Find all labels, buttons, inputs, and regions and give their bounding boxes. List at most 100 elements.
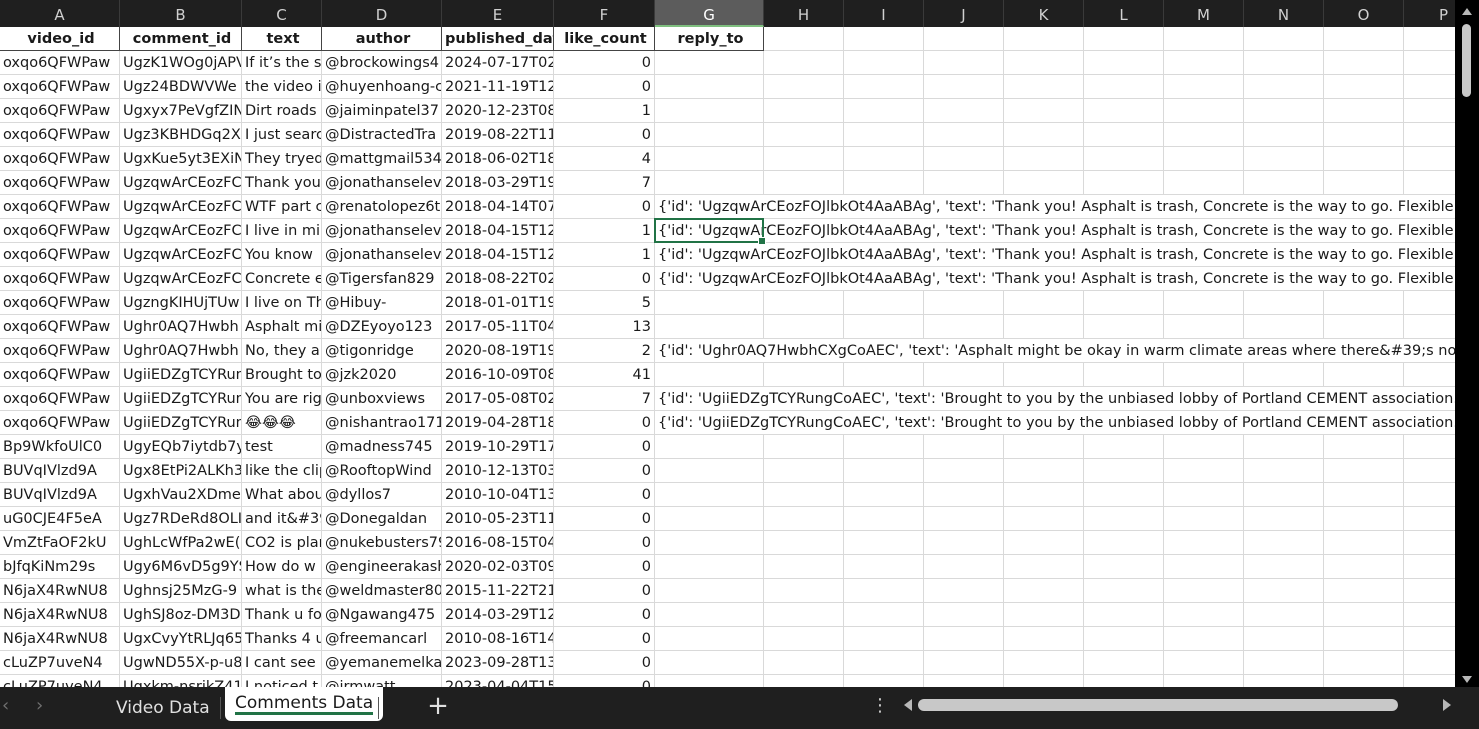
table-cell[interactable] (655, 555, 764, 579)
table-cell[interactable]: oxqo6QFWPaw (0, 363, 120, 387)
table-cell[interactable]: 2010-10-04T13 (442, 483, 554, 507)
table-cell[interactable] (764, 123, 844, 147)
table-cell[interactable]: @Tigersfan829 (322, 267, 442, 291)
table-cell[interactable] (1324, 579, 1404, 603)
table-cell[interactable] (1404, 603, 1455, 627)
table-cell[interactable] (924, 651, 1004, 675)
scroll-down-arrow-icon[interactable] (1462, 676, 1472, 683)
table-cell[interactable] (1244, 507, 1324, 531)
table-cell[interactable] (1324, 435, 1404, 459)
table-cell[interactable] (1084, 315, 1164, 339)
table-cell[interactable] (1404, 123, 1455, 147)
table-cell[interactable]: I live on Th (242, 291, 322, 315)
table-cell[interactable] (844, 147, 924, 171)
table-cell[interactable] (764, 579, 844, 603)
table-cell[interactable]: what is the (242, 579, 322, 603)
table-cell[interactable] (1164, 363, 1244, 387)
table-cell[interactable] (764, 147, 844, 171)
table-cell[interactable] (1324, 171, 1404, 195)
table-cell[interactable] (1164, 123, 1244, 147)
table-cell[interactable] (924, 555, 1004, 579)
table-cell[interactable] (655, 675, 764, 687)
table-cell[interactable] (1244, 75, 1324, 99)
table-cell[interactable] (1164, 507, 1244, 531)
table-cell[interactable] (1164, 99, 1244, 123)
table-cell[interactable]: Ughr0AQ7Hwbh (120, 339, 242, 363)
table-cell[interactable]: {'id': 'UgzqwArCEozFOJlbkOt4AaABAg', 'te… (655, 243, 1455, 267)
table-cell[interactable] (1084, 123, 1164, 147)
table-cell[interactable] (1244, 651, 1324, 675)
table-cell[interactable] (844, 675, 924, 687)
table-cell[interactable] (1164, 459, 1244, 483)
table-cell[interactable]: @DZEyoyo123 (322, 315, 442, 339)
table-cell[interactable] (1084, 75, 1164, 99)
table-cell[interactable]: oxqo6QFWPaw (0, 387, 120, 411)
table-cell[interactable]: Dirt roads (242, 99, 322, 123)
vertical-scroll-thumb[interactable] (1462, 24, 1471, 97)
table-cell[interactable]: oxqo6QFWPaw (0, 195, 120, 219)
table-cell[interactable] (1004, 531, 1084, 555)
column-header-o[interactable]: O (1324, 0, 1404, 27)
table-cell[interactable] (924, 315, 1004, 339)
table-cell[interactable]: uG0CJE4F5eA (0, 507, 120, 531)
column-header-a[interactable]: A (0, 0, 120, 27)
table-cell[interactable] (1244, 99, 1324, 123)
table-cell[interactable] (1084, 51, 1164, 75)
table-cell[interactable] (1324, 531, 1404, 555)
table-cell[interactable]: 2018-04-14T07 (442, 195, 554, 219)
table-cell[interactable]: CO2 is plar (242, 531, 322, 555)
table-cell[interactable]: 0 (554, 675, 655, 687)
table-cell[interactable]: BUVqIVlzd9A (0, 459, 120, 483)
table-cell[interactable] (1004, 459, 1084, 483)
table-cell[interactable] (1244, 51, 1324, 75)
table-cell[interactable]: Brought to (242, 363, 322, 387)
table-cell[interactable] (844, 51, 924, 75)
table-cell[interactable]: 0 (554, 507, 655, 531)
table-cell[interactable] (1164, 675, 1244, 687)
table-cell[interactable] (1084, 531, 1164, 555)
table-cell[interactable]: You are rig (242, 387, 322, 411)
table-cell[interactable] (1004, 603, 1084, 627)
table-cell[interactable] (1404, 651, 1455, 675)
table-cell[interactable]: 2010-08-16T14 (442, 627, 554, 651)
table-cell[interactable]: UgxCvyYtRLJq65 (120, 627, 242, 651)
table-cell[interactable]: I live in mi (242, 219, 322, 243)
table-cell[interactable] (1004, 579, 1084, 603)
table-cell[interactable]: 2018-04-15T12 (442, 219, 554, 243)
table-cell[interactable] (1404, 75, 1455, 99)
table-cell[interactable]: like the clip (242, 459, 322, 483)
column-header-c[interactable]: C (242, 0, 322, 27)
scroll-right-arrow-icon[interactable] (1443, 699, 1451, 711)
table-cell[interactable] (1084, 507, 1164, 531)
table-cell[interactable]: 2019-04-28T18 (442, 411, 554, 435)
table-cell[interactable] (1404, 315, 1455, 339)
table-cell[interactable] (1404, 531, 1455, 555)
table-cell[interactable] (1084, 603, 1164, 627)
table-cell[interactable] (1404, 171, 1455, 195)
table-cell[interactable]: 2023-09-28T13 (442, 651, 554, 675)
table-cell[interactable] (924, 459, 1004, 483)
table-cell[interactable] (1164, 435, 1244, 459)
table-cell[interactable] (764, 507, 844, 531)
table-cell[interactable]: 0 (554, 603, 655, 627)
table-cell[interactable] (1004, 483, 1084, 507)
table-cell[interactable] (1004, 315, 1084, 339)
table-cell[interactable] (924, 531, 1004, 555)
table-cell[interactable] (1084, 555, 1164, 579)
table-cell[interactable]: @DistractedTra (322, 123, 442, 147)
table-cell[interactable] (1404, 483, 1455, 507)
table-cell[interactable]: 0 (554, 267, 655, 291)
column-header-j[interactable]: J (924, 0, 1004, 27)
table-cell[interactable] (1084, 459, 1164, 483)
table-cell[interactable] (1164, 75, 1244, 99)
header-cell[interactable] (924, 27, 1004, 51)
table-cell[interactable]: UgzqwArCEozFC (120, 195, 242, 219)
table-cell[interactable] (1324, 315, 1404, 339)
sheet-tab-comments-data[interactable]: Comments Data (225, 687, 384, 721)
table-cell[interactable]: @freemancarl (322, 627, 442, 651)
table-cell[interactable] (844, 99, 924, 123)
table-cell[interactable]: 0 (554, 195, 655, 219)
table-cell[interactable] (655, 291, 764, 315)
table-cell[interactable] (655, 75, 764, 99)
table-cell[interactable]: oxqo6QFWPaw (0, 51, 120, 75)
